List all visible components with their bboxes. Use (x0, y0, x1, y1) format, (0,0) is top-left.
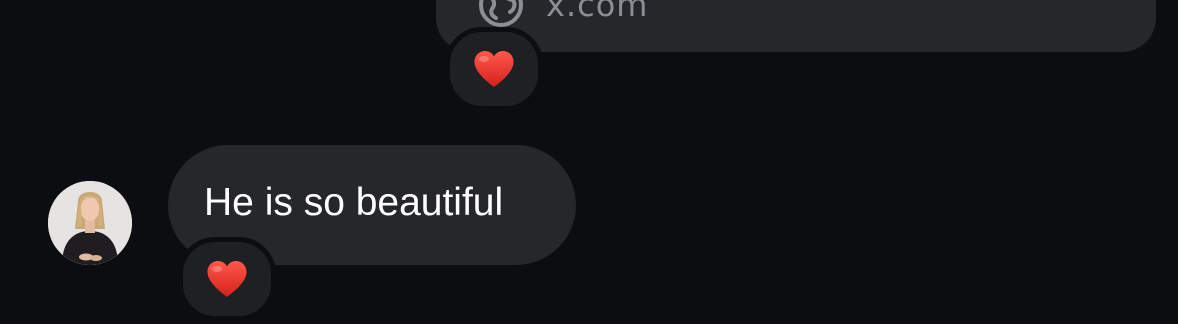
link-domain: x.com (546, 0, 649, 24)
link-preview-row: x.com (478, 0, 648, 28)
reaction-heart-message[interactable] (178, 237, 276, 321)
link-preview-bubble[interactable]: x.com (436, 0, 1156, 52)
avatar-photo (48, 181, 132, 265)
heart-icon (474, 51, 514, 87)
reaction-heart-link[interactable] (445, 27, 543, 111)
chat-thread: x.com He is so beautiful (0, 0, 1178, 324)
heart-icon (207, 261, 247, 297)
message-text: He is so beautiful (204, 181, 504, 224)
contact-avatar[interactable] (48, 181, 132, 265)
globe-icon (479, 0, 523, 27)
